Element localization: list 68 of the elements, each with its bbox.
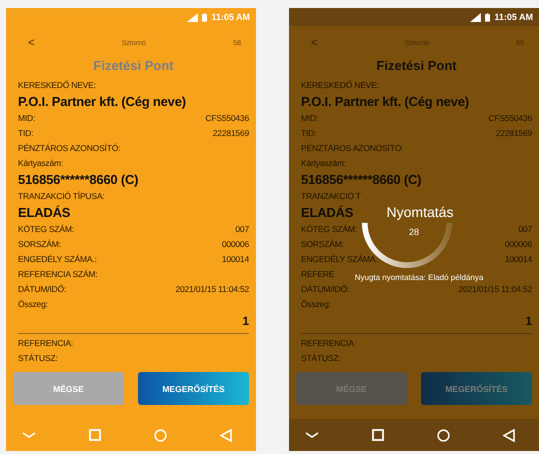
field-value: 007 bbox=[235, 223, 249, 236]
field-label: Összeg: bbox=[301, 298, 331, 311]
status-time: 11:05 AM bbox=[211, 12, 250, 22]
field-label: REFERE bbox=[301, 268, 334, 281]
back-button[interactable]: < bbox=[18, 37, 34, 49]
field-value: 100014 bbox=[222, 253, 249, 266]
field-value: 007 bbox=[518, 223, 532, 236]
field-label: Kártyaszám: bbox=[301, 157, 346, 170]
field-label: MID: bbox=[301, 112, 318, 125]
field-label: TRANZAKCIÓ TÍPUSA: bbox=[18, 190, 104, 203]
confirm-button[interactable]: MEGERŐSÍTÉS bbox=[138, 372, 249, 405]
field-label: TID: bbox=[301, 127, 316, 140]
cancel-button[interactable]: MÉGSE bbox=[13, 372, 124, 405]
field-label: MID: bbox=[18, 112, 36, 125]
field-value: 000006 bbox=[504, 238, 532, 251]
field-label: STÁTUSZ: bbox=[18, 352, 58, 365]
field-label: KERESKEDŐ NEVE: bbox=[18, 79, 96, 92]
field-value: 2021/01/15 11:04:52 bbox=[458, 283, 532, 296]
field-value: P.O.I. Partner kft. (Cég neve) bbox=[18, 93, 186, 111]
signal-icon bbox=[470, 12, 482, 22]
page-heading: Fizetési Pont bbox=[92, 58, 175, 73]
amount-field[interactable]: 1 bbox=[242, 312, 249, 330]
field-label: TRANZAKCIÓ T bbox=[301, 190, 361, 203]
signal-icon bbox=[187, 12, 198, 22]
field-label: TID: bbox=[18, 127, 34, 140]
field-value: 22281569 bbox=[212, 127, 249, 140]
field-value: 22281569 bbox=[496, 127, 532, 140]
amount-field[interactable]: 1 bbox=[525, 312, 532, 330]
field-value: 000006 bbox=[222, 238, 249, 251]
field-label: KÖTEG SZÁM: bbox=[18, 223, 74, 236]
field-label: STÁTUSZ: bbox=[301, 352, 340, 365]
battery-icon bbox=[485, 12, 490, 22]
field-label: REFERENCIA SZÁM: bbox=[18, 268, 98, 281]
home-icon[interactable] bbox=[437, 428, 450, 442]
field-label: DÁTUM/IDŐ: bbox=[18, 283, 66, 296]
field-label: Kártyaszám: bbox=[18, 157, 64, 170]
confirm-button[interactable]: MEGERŐSÍTÉS bbox=[421, 372, 532, 405]
field-label: ENGEDÉLY SZÁMA.: bbox=[301, 253, 380, 266]
field-label: DÁTUM/IDŐ: bbox=[301, 283, 350, 296]
status-time: 11:05 AM bbox=[494, 12, 533, 22]
field-value: 2021/01/15 11:04:52 bbox=[175, 283, 249, 296]
field-label: KERESKEDŐ NEVE: bbox=[301, 79, 379, 92]
page-heading: Fizetési Pont bbox=[375, 58, 458, 73]
square-icon[interactable] bbox=[372, 429, 384, 441]
field-label: PÉNZTÁROS AZONOSÍTÓ: bbox=[18, 142, 120, 155]
field-label: Összeg: bbox=[18, 298, 48, 311]
field-value: 516856******8660 (C) bbox=[18, 171, 138, 189]
field-label: REFERENCIA: bbox=[301, 337, 356, 350]
field-value: P.O.I. Partner kft. (Cég neve) bbox=[301, 93, 469, 111]
battery-icon bbox=[202, 12, 208, 22]
field-value: CFS550436 bbox=[488, 112, 532, 125]
chevron-down-icon[interactable] bbox=[305, 432, 319, 438]
dialog-title: Nyomtatás bbox=[386, 204, 454, 220]
field-value: ELADÁS bbox=[18, 204, 70, 222]
field-value: 516856******8660 (C) bbox=[301, 171, 422, 189]
field-label: PÉNZTÁROS AZONOSÍTÓ: bbox=[301, 142, 404, 155]
field-label: ENGEDÉLY SZÁMA.: bbox=[18, 253, 97, 266]
field-value: CFS550436 bbox=[205, 112, 249, 125]
back-button[interactable]: < bbox=[301, 37, 318, 49]
field-label: REFERENCIA: bbox=[18, 337, 73, 350]
dialog-message: Nyugta nyomtatása: Eladó példánya bbox=[354, 273, 484, 282]
field-label: KÖTEG SZÁM: bbox=[301, 223, 357, 236]
countdown: 28 bbox=[408, 227, 419, 237]
field-label: SORSZÁM: bbox=[18, 238, 61, 251]
back-icon[interactable] bbox=[503, 428, 515, 442]
field-value: ELADÁS bbox=[301, 204, 354, 222]
field-label: SORSZÁM: bbox=[301, 238, 344, 251]
field-value: 100014 bbox=[504, 253, 532, 266]
